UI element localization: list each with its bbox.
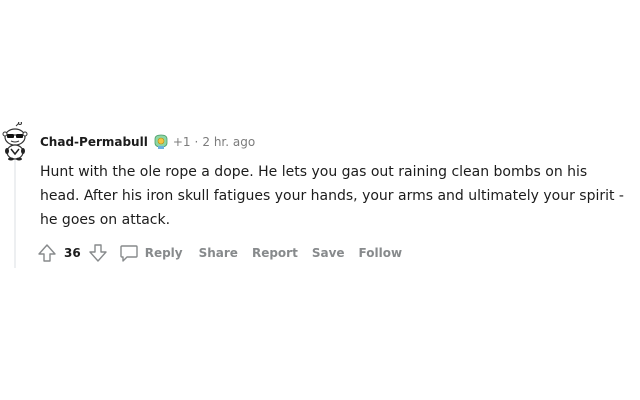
save-button[interactable]: Save — [308, 246, 349, 260]
meta-separator: · — [194, 135, 199, 149]
karma-count: +1 — [172, 135, 191, 149]
follow-button[interactable]: Follow — [355, 246, 407, 260]
upvote-button[interactable] — [36, 242, 58, 264]
timestamp-link[interactable]: 2 hr. ago — [202, 133, 255, 151]
comment-action-bar: 36 Reply Share Report Save Follow — [36, 241, 406, 265]
award-icon[interactable] — [152, 134, 170, 150]
reply-button[interactable]: Reply — [115, 243, 187, 263]
thread-line[interactable] — [14, 150, 16, 268]
downvote-arrow-icon — [89, 244, 107, 262]
comment-paragraph: Hunt with the ole rope a dope. He lets y… — [40, 164, 624, 228]
comment-bubble-icon — [120, 245, 138, 262]
share-button[interactable]: Share — [195, 246, 242, 260]
username-link[interactable]: Chad-Permabull — [40, 133, 148, 151]
report-button[interactable]: Report — [248, 246, 302, 260]
vote-score: 36 — [64, 246, 81, 260]
avatar[interactable] — [0, 121, 30, 162]
upvote-arrow-icon — [38, 244, 56, 262]
comment-container: Chad-Permabull +1 · 2 hr. ago Hunt with … — [0, 0, 640, 400]
reply-label: Reply — [144, 246, 183, 260]
comment-body: Hunt with the ole rope a dope. He lets y… — [40, 160, 630, 232]
snoo-avatar-icon — [2, 121, 28, 161]
downvote-button[interactable] — [87, 242, 109, 264]
comment-meta: Chad-Permabull +1 · 2 hr. ago — [40, 133, 255, 151]
